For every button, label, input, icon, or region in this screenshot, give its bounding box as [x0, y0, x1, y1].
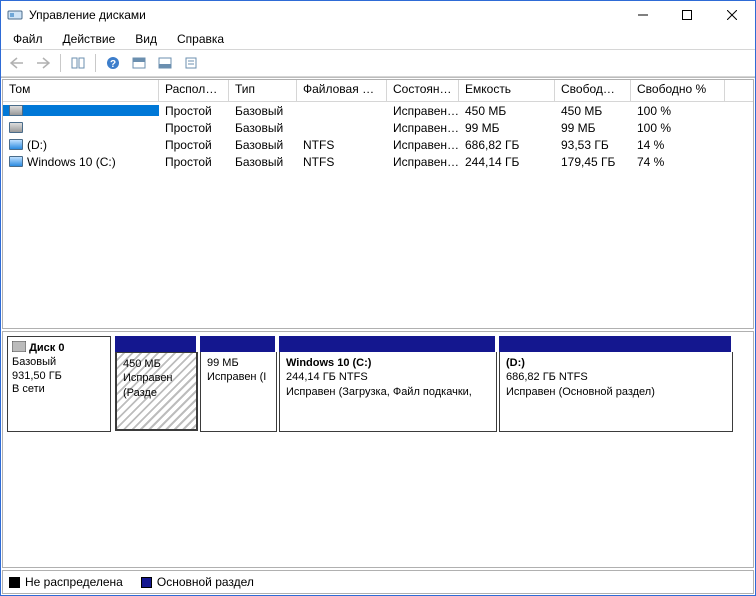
volume-cell-layout: Простой: [159, 104, 229, 118]
menu-file[interactable]: Файл: [5, 31, 51, 47]
menu-view[interactable]: Вид: [127, 31, 165, 47]
toolbar-separator: [95, 54, 96, 72]
col-capacity[interactable]: Емкость: [459, 80, 555, 101]
col-type[interactable]: Тип: [229, 80, 297, 101]
volume-cell-name: Windows 10 (C:): [3, 155, 159, 169]
primary-swatch: [141, 577, 152, 588]
volume-cell-state: Исправен…: [387, 121, 459, 135]
toolbar-separator: [60, 54, 61, 72]
legend-primary: Основной раздел: [141, 575, 254, 589]
menu-action[interactable]: Действие: [55, 31, 124, 47]
close-button[interactable]: [709, 1, 755, 29]
col-volume[interactable]: Том: [3, 80, 159, 101]
disk-partitions: 450 МБИсправен (Разде99 МБИсправен (IWin…: [115, 336, 749, 432]
volume-list-body: ПростойБазовыйИсправен…450 МБ450 МБ100 %…: [3, 102, 753, 170]
volume-cell-free_pct: 100 %: [631, 121, 725, 135]
volume-cell-free_pct: 100 %: [631, 104, 725, 118]
partition[interactable]: Windows 10 (C:)244,14 ГБ NTFSИсправен (З…: [279, 352, 497, 432]
partition[interactable]: 99 МБИсправен (I: [200, 352, 277, 432]
volume-cell-free_pct: 74 %: [631, 155, 725, 169]
volume-cell-fs: NTFS: [297, 138, 387, 152]
back-button: [5, 52, 29, 74]
legend-unallocated-label: Не распределена: [25, 575, 123, 589]
minimize-button[interactable]: [621, 1, 665, 29]
volume-cell-free: 99 МБ: [555, 121, 631, 135]
partition[interactable]: (D:)686,82 ГБ NTFSИсправен (Основной раз…: [499, 352, 733, 432]
legend: Не распределена Основной раздел: [2, 570, 754, 594]
col-free[interactable]: Свобод…: [555, 80, 631, 101]
col-free-pct[interactable]: Свободно %: [631, 80, 725, 101]
volume-cell-name: [3, 105, 159, 116]
volume-cell-type: Базовый: [229, 104, 297, 118]
volume-cell-free: 450 МБ: [555, 104, 631, 118]
volume-cell-layout: Простой: [159, 121, 229, 135]
volume-cell-layout: Простой: [159, 138, 229, 152]
volume-row[interactable]: ПростойБазовыйИсправен…99 МБ99 МБ100 %: [3, 119, 753, 136]
volume-cell-layout: Простой: [159, 155, 229, 169]
volume-icon: [9, 122, 23, 133]
volume-cell-capacity: 686,82 ГБ: [459, 138, 555, 152]
volume-row[interactable]: ПростойБазовыйИсправен…450 МБ450 МБ100 %: [3, 102, 753, 119]
volume-list-header: Том Располо… Тип Файловая с… Состояние Е…: [3, 80, 753, 102]
show-hide-button[interactable]: [66, 52, 90, 74]
svg-text:?: ?: [110, 59, 116, 70]
toolbar-view-top[interactable]: [127, 52, 151, 74]
disk-online: В сети: [12, 383, 45, 395]
volume-cell-free: 179,45 ГБ: [555, 155, 631, 169]
volume-cell-type: Базовый: [229, 155, 297, 169]
maximize-button[interactable]: [665, 1, 709, 29]
partition[interactable]: 450 МБИсправен (Разде: [115, 352, 198, 431]
help-button[interactable]: ?: [101, 52, 125, 74]
volume-cell-capacity: 99 МБ: [459, 121, 555, 135]
legend-unallocated: Не распределена: [9, 575, 123, 589]
volume-cell-state: Исправен…: [387, 104, 459, 118]
volume-cell-name: (D:): [3, 138, 159, 152]
toolbar-view-bottom[interactable]: [153, 52, 177, 74]
volume-cell-name: [3, 122, 159, 133]
forward-button: [31, 52, 55, 74]
disk-size: 931,50 ГБ: [12, 370, 62, 382]
volume-cell-capacity: 450 МБ: [459, 104, 555, 118]
disk-management-icon: [7, 7, 23, 23]
menu-bar: Файл Действие Вид Справка: [1, 29, 755, 49]
col-state[interactable]: Состояние: [387, 80, 459, 101]
toolbar: ?: [1, 49, 755, 77]
unallocated-swatch: [9, 577, 20, 588]
disk-label[interactable]: Диск 0 Базовый 931,50 ГБ В сети: [7, 336, 111, 432]
disk-type: Базовый: [12, 356, 56, 368]
volume-icon: [9, 156, 23, 167]
volume-cell-state: Исправен…: [387, 155, 459, 169]
volume-cell-free_pct: 14 %: [631, 138, 725, 152]
volume-cell-capacity: 244,14 ГБ: [459, 155, 555, 169]
legend-primary-label: Основной раздел: [157, 575, 254, 589]
volume-cell-type: Базовый: [229, 138, 297, 152]
volume-row[interactable]: (D:)ПростойБазовыйNTFSИсправен…686,82 ГБ…: [3, 136, 753, 153]
volume-cell-state: Исправен…: [387, 138, 459, 152]
volume-icon: [9, 105, 23, 116]
volume-row[interactable]: Windows 10 (C:)ПростойБазовыйNTFSИсправе…: [3, 153, 753, 170]
volume-cell-fs: NTFS: [297, 155, 387, 169]
disk-name: Диск 0: [29, 342, 64, 354]
window-title: Управление дисками: [29, 8, 621, 22]
window-root: Управление дисками Файл Действие Вид Спр…: [0, 0, 756, 596]
volume-icon: [9, 139, 23, 150]
volume-list[interactable]: Том Располо… Тип Файловая с… Состояние Е…: [2, 79, 754, 329]
titlebar[interactable]: Управление дисками: [1, 1, 755, 29]
graphical-view[interactable]: Диск 0 Базовый 931,50 ГБ В сети 450 МБИс…: [2, 331, 754, 568]
menu-help[interactable]: Справка: [169, 31, 232, 47]
volume-cell-free: 93,53 ГБ: [555, 138, 631, 152]
col-fs[interactable]: Файловая с…: [297, 80, 387, 101]
col-layout[interactable]: Располо…: [159, 80, 229, 101]
window-buttons: [621, 1, 755, 29]
content-area: Том Располо… Тип Файловая с… Состояние Е…: [1, 77, 755, 595]
properties-button[interactable]: [179, 52, 203, 74]
volume-cell-type: Базовый: [229, 121, 297, 135]
